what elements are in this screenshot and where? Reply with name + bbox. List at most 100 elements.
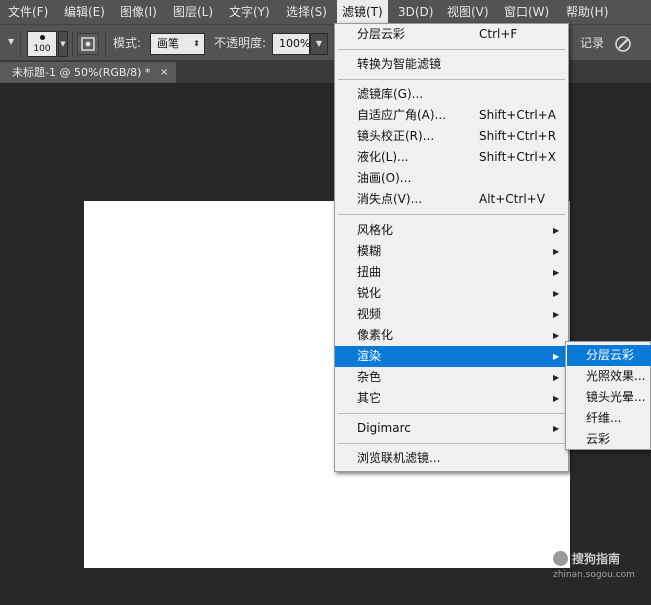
- brush-size-label: 100: [33, 44, 51, 54]
- brush-panel-toggle-button[interactable]: [77, 33, 99, 55]
- pressure-button[interactable]: [613, 34, 633, 54]
- menu-item-label: 液化(L)...: [357, 150, 409, 164]
- submenu-arrow-icon: ▶: [553, 247, 560, 256]
- menu-help[interactable]: 帮助(H): [566, 0, 608, 24]
- close-icon[interactable]: ×: [160, 62, 168, 83]
- brush-dropdown-icon[interactable]: ▼: [58, 31, 68, 57]
- brush-panel-icon: [81, 37, 95, 51]
- menu-edit[interactable]: 编辑(E): [64, 0, 105, 24]
- menu-item-label: 滤镜库(G)...: [357, 87, 424, 101]
- submenu-arrow-icon: ▶: [553, 424, 560, 433]
- menu-item-label: 锐化: [357, 286, 382, 300]
- menu-item-liquify[interactable]: 液化(L)... Shift+Ctrl+X: [335, 147, 568, 168]
- menu-bar: 文件(F) 编辑(E) 图像(I) 图层(L) 文字(Y) 选择(S) 滤镜(T…: [0, 0, 651, 24]
- sogou-logo-icon: [553, 551, 568, 566]
- submenu-arrow-icon: ▶: [553, 226, 560, 235]
- divider: [72, 31, 73, 57]
- tool-preset-arrow-icon[interactable]: ▼: [8, 37, 14, 46]
- menu-item-distort[interactable]: 扭曲 ▶: [335, 262, 568, 283]
- menu-item-label: 自适应广角(A)...: [357, 108, 447, 122]
- menu-item-shortcut: Shift+Ctrl+A: [479, 108, 556, 122]
- submenu-item-clouds[interactable]: 云彩: [567, 429, 651, 450]
- select-arrows-icon: ⬍: [193, 39, 200, 48]
- menu-item-label: 视频: [357, 307, 382, 321]
- menu-item-label: 渲染: [357, 349, 382, 363]
- menu-item-label: 镜头校正(R)...: [357, 129, 435, 143]
- menu-item-label: 模糊: [357, 244, 382, 258]
- menu-item-stylize[interactable]: 风格化 ▶: [335, 220, 568, 241]
- menu-separator: [338, 214, 565, 215]
- menu-item-shortcut: Shift+Ctrl+R: [479, 129, 557, 143]
- brush-tip-icon: [40, 35, 45, 40]
- menu-file[interactable]: 文件(F): [8, 0, 48, 24]
- opacity-input[interactable]: 100%: [272, 33, 310, 55]
- menu-item-pixelate[interactable]: 像素化 ▶: [335, 325, 568, 346]
- menu-filter[interactable]: 滤镜(T): [337, 0, 388, 24]
- menu-item-vanishing-point[interactable]: 消失点(V)... Alt+Ctrl+V: [335, 189, 568, 210]
- opacity-value: 100%: [279, 37, 311, 50]
- submenu-arrow-icon: ▶: [553, 373, 560, 382]
- menu-item-label: 扭曲: [357, 265, 382, 279]
- menu-item-video[interactable]: 视频 ▶: [335, 304, 568, 325]
- opacity-label: 不透明度:: [214, 36, 267, 50]
- menu-layer[interactable]: 图层(L): [173, 0, 213, 24]
- blend-mode-select[interactable]: 画笔 ⬍: [150, 33, 205, 55]
- menu-item-label: 浏览联机滤镜...: [357, 451, 441, 465]
- menu-separator: [338, 413, 565, 414]
- menu-item-label: 风格化: [357, 223, 394, 237]
- menu-item-filter-gallery[interactable]: 滤镜库(G)...: [335, 84, 568, 105]
- menu-item-adaptive-wide-angle[interactable]: 自适应广角(A)... Shift+Ctrl+A: [335, 105, 568, 126]
- menu-item-sharpen[interactable]: 锐化 ▶: [335, 283, 568, 304]
- submenu-arrow-icon: ▶: [553, 289, 560, 298]
- document-tab[interactable]: 未标题-1 @ 50%(RGB/8) * ×: [0, 62, 176, 83]
- submenu-item-difference-clouds[interactable]: 分层云彩: [567, 345, 651, 366]
- submenu-arrow-icon: ▶: [553, 352, 560, 361]
- submenu-arrow-icon: ▶: [553, 394, 560, 403]
- menu-item-label: Digimarc: [357, 421, 411, 435]
- menu-item-render[interactable]: 渲染 ▶: [335, 346, 568, 367]
- submenu-arrow-icon: ▶: [553, 310, 560, 319]
- menu-item-label: 转换为智能滤镜: [357, 57, 442, 71]
- divider: [20, 31, 21, 57]
- blend-mode-value: 画笔: [157, 37, 179, 50]
- menu-item-label: 其它: [357, 391, 382, 405]
- menu-item-last-filter[interactable]: 分层云彩 Ctrl+F: [335, 24, 568, 45]
- menu-item-noise[interactable]: 杂色 ▶: [335, 367, 568, 388]
- brush-preset-picker[interactable]: 100: [27, 31, 57, 57]
- menu-view[interactable]: 视图(V): [447, 0, 489, 24]
- menu-item-browse-filters-online[interactable]: 浏览联机滤镜...: [335, 448, 568, 469]
- menu-separator: [338, 443, 565, 444]
- submenu-arrow-icon: ▶: [553, 268, 560, 277]
- menu-type[interactable]: 文字(Y): [229, 0, 270, 24]
- menu-item-digimarc[interactable]: Digimarc ▶: [335, 418, 568, 439]
- menu-item-shortcut: Alt+Ctrl+V: [479, 192, 545, 206]
- menu-item-label: 像素化: [357, 328, 394, 342]
- menu-item-blur[interactable]: 模糊 ▶: [335, 241, 568, 262]
- divider: [105, 31, 106, 57]
- menu-item-lens-correction[interactable]: 镜头校正(R)... Shift+Ctrl+R: [335, 126, 568, 147]
- submenu-item-fibers[interactable]: 纤维...: [567, 408, 651, 429]
- menu-select[interactable]: 选择(S): [286, 0, 327, 24]
- watermark-url: zhinan.sogou.com: [553, 570, 635, 580]
- menu-separator: [338, 49, 565, 50]
- submenu-item-lens-flare[interactable]: 镜头光晕...: [567, 387, 651, 408]
- render-submenu: 分层云彩 光照效果... 镜头光晕... 纤维... 云彩: [565, 341, 651, 450]
- document-tab-title: 未标题-1 @ 50%(RGB/8) *: [12, 66, 151, 79]
- menu-3d[interactable]: 3D(D): [398, 0, 433, 24]
- filter-menu: 分层云彩 Ctrl+F 转换为智能滤镜 滤镜库(G)... 自适应广角(A)..…: [334, 23, 569, 472]
- menu-item-shortcut: Shift+Ctrl+X: [479, 150, 556, 164]
- opacity-dropdown-icon[interactable]: ▼: [310, 33, 328, 55]
- menu-item-oil-paint[interactable]: 油画(O)...: [335, 168, 568, 189]
- menu-item-convert-smart-filter[interactable]: 转换为智能滤镜: [335, 54, 568, 75]
- submenu-item-lighting-effects[interactable]: 光照效果...: [567, 366, 651, 387]
- menu-image[interactable]: 图像(I): [120, 0, 157, 24]
- menu-window[interactable]: 窗口(W): [504, 0, 549, 24]
- menu-separator: [338, 79, 565, 80]
- menu-item-label: 油画(O)...: [357, 171, 412, 185]
- menu-item-other[interactable]: 其它 ▶: [335, 388, 568, 409]
- watermark-name: 搜狗指南: [572, 552, 621, 566]
- watermark: 搜狗指南 zhinan.sogou.com: [553, 550, 651, 586]
- menu-item-label: 消失点(V)...: [357, 192, 423, 206]
- pen-pressure-icon: [615, 36, 631, 52]
- history-label: 记录: [580, 36, 605, 50]
